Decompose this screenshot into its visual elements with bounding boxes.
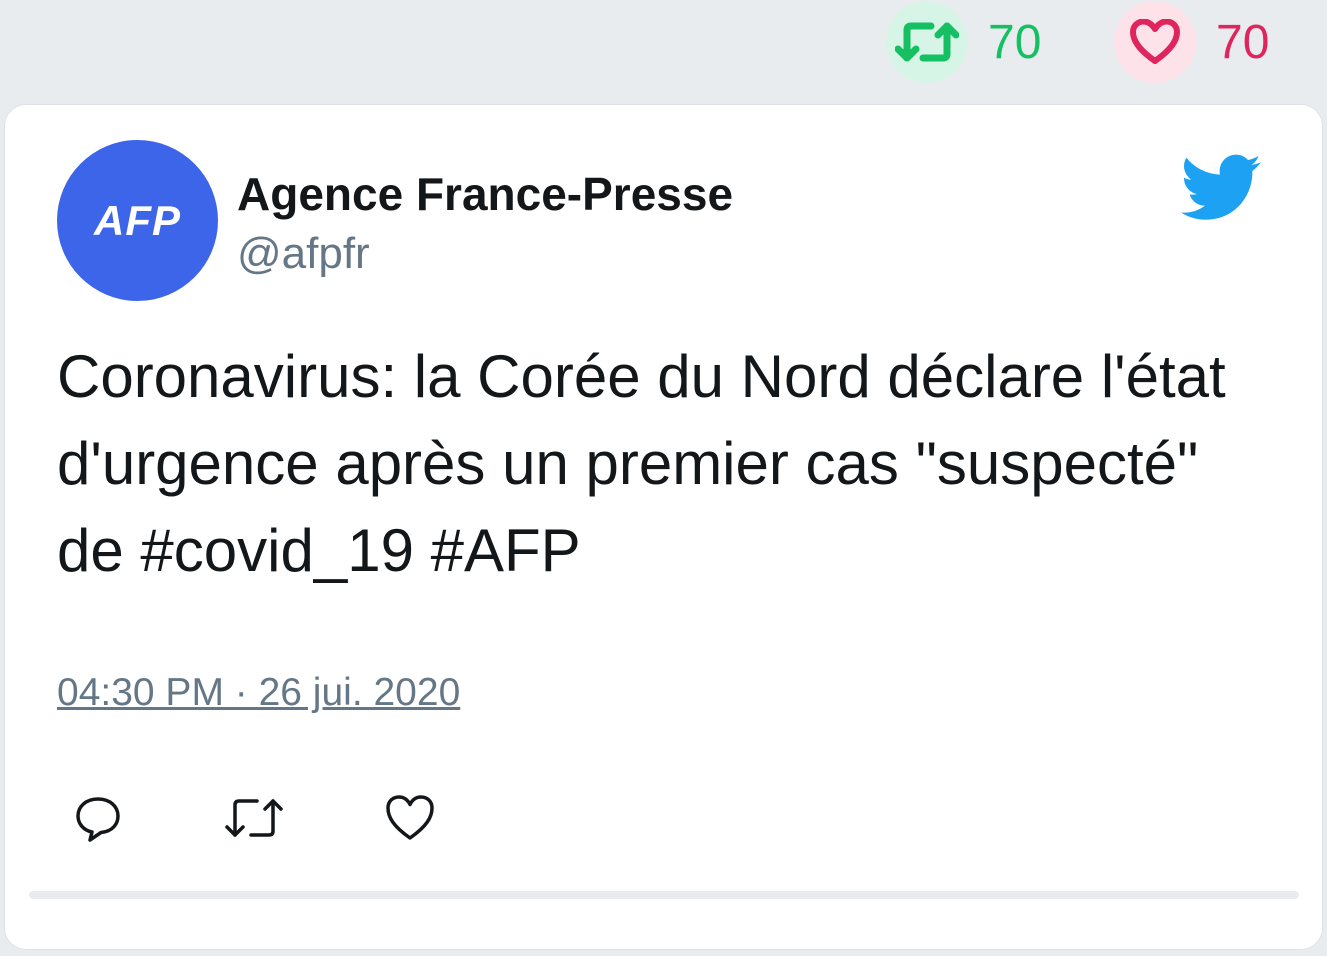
avatar[interactable]: AFP	[57, 140, 218, 301]
card-divider	[29, 891, 1299, 899]
retweet-icon[interactable]	[223, 793, 285, 843]
like-stat-circle[interactable]	[1114, 1, 1196, 83]
heart-icon[interactable]	[385, 793, 435, 843]
reply-icon[interactable]	[73, 793, 123, 843]
tweet-timestamp[interactable]: 04:30 PM · 26 jui. 2020	[57, 671, 460, 715]
engagement-bar: 70 70	[0, 0, 1327, 100]
retweet-stat[interactable]: 70	[886, 0, 1041, 84]
tweet-card: AFP Agence France-Presse @afpfr Coronavi…	[4, 104, 1323, 950]
author-handle[interactable]: @afpfr	[237, 229, 370, 279]
author-display-name[interactable]: Agence France-Presse	[237, 167, 733, 221]
heart-icon	[1130, 19, 1180, 64]
tweet-text: Coronavirus: la Corée du Nord déclare l'…	[57, 343, 1226, 584]
like-count: 70	[1216, 15, 1270, 69]
retweet-count: 70	[988, 15, 1042, 69]
twitter-bird-icon[interactable]	[1173, 147, 1271, 227]
avatar-logo-text: AFP	[94, 196, 181, 244]
like-stat[interactable]: 70	[1114, 0, 1269, 84]
retweet-icon	[895, 22, 959, 62]
retweet-stat-circle[interactable]	[886, 1, 968, 83]
